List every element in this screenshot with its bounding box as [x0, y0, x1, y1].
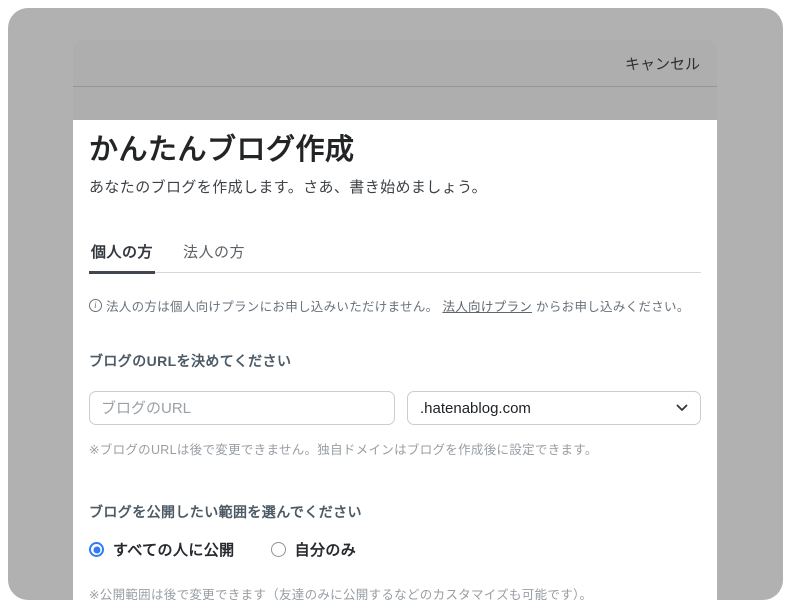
page-content: かんたんブログ作成 あなたのブログを作成します。さあ、書き始めましょう。 個人の… [73, 120, 717, 600]
chevron-down-icon [676, 404, 688, 412]
radio-label-public: すべての人に公開 [113, 539, 235, 560]
info-text-after: からお申し込みください。 [536, 296, 690, 315]
blog-url-note: ※ブログのURLは後で変更できません。独自ドメインはブログを作成後に設定できます… [89, 439, 701, 458]
scope-note: ※公開範囲は後で変更できます（友達のみに公開するなどのカスタマイズも可能です）。 [89, 584, 701, 600]
info-text-before: 法人の方は個人向けプランにお申し込みいただけません。 [106, 296, 438, 315]
modal-sheet: キャンセル かんたんブログ作成 あなたのブログを作成します。さあ、書き始めましょ… [73, 40, 717, 600]
tab-personal[interactable]: 個人の方 [89, 241, 155, 274]
page-subtitle: あなたのブログを作成します。さあ、書き始めましょう。 [89, 176, 701, 197]
scope-section-label: ブログを公開したい範囲を選んでください [89, 502, 701, 522]
page-top-spacer [73, 87, 717, 120]
info-icon: i [89, 299, 102, 312]
corporate-plan-link[interactable]: 法人向けプラン [442, 296, 532, 315]
radio-option-public[interactable]: すべての人に公開 [89, 539, 235, 560]
tab-corporate[interactable]: 法人の方 [181, 241, 247, 272]
dimmed-browser-window: キャンセル かんたんブログ作成 あなたのブログを作成します。さあ、書き始めましょ… [8, 8, 783, 600]
page-title: かんたんブログ作成 [89, 132, 701, 168]
blog-url-input[interactable] [89, 391, 395, 425]
account-type-tabs: 個人の方 法人の方 [89, 241, 701, 273]
radio-option-private[interactable]: 自分のみ [271, 539, 357, 560]
radio-label-private: 自分のみ [295, 539, 357, 560]
radio-unselected-icon[interactable] [271, 542, 286, 557]
domain-selected-value: .hatenablog.com [420, 400, 531, 417]
scope-radio-group: すべての人に公開 自分のみ [89, 539, 701, 560]
blog-url-section-label: ブログのURLを決めてください [89, 351, 701, 371]
cancel-button[interactable]: キャンセル [625, 53, 700, 74]
radio-selected-icon[interactable] [89, 542, 104, 557]
corporate-info-notice: i 法人の方は個人向けプランにお申し込みいただけません。 法人向けプラン からお… [89, 296, 701, 315]
modal-navbar: キャンセル [73, 40, 717, 87]
blog-url-row: .hatenablog.com [89, 391, 701, 425]
domain-select[interactable]: .hatenablog.com [407, 391, 701, 425]
